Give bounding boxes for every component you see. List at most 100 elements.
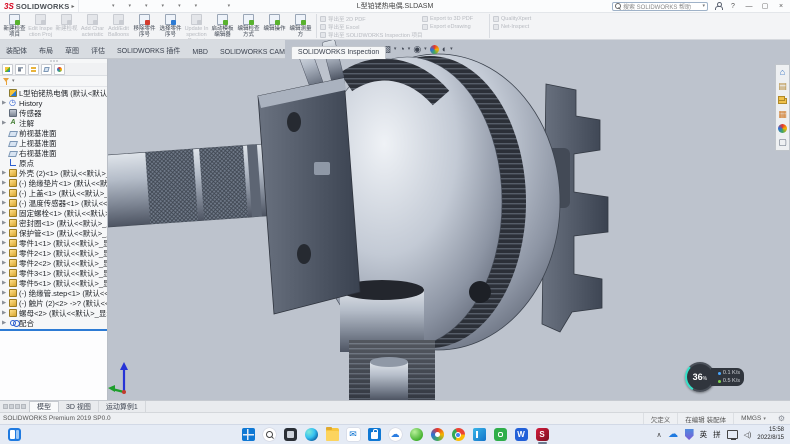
units-selector[interactable]: MMGS ▾	[733, 413, 773, 424]
ribbon-button[interactable]: Edit Inspection Project	[28, 14, 53, 39]
tree-item[interactable]: ▶ (-) 触片 (2)<2> ->? (默认<<默认>	[0, 298, 107, 308]
expand-arrow-icon[interactable]: ▶	[2, 300, 7, 306]
ribbon-tab[interactable]: 评估	[85, 44, 111, 58]
expand-arrow-icon[interactable]: ▶	[2, 180, 7, 186]
tray-icon[interactable]	[727, 430, 738, 439]
taskbar-app-icon[interactable]	[494, 428, 507, 441]
tree-item[interactable]: ▶ 零件5<1> (默认<<默认>_显示状态	[0, 278, 107, 288]
chevron-down-icon[interactable]: ▾	[162, 3, 165, 9]
tree-item[interactable]: ▶ (-) 上盖<1> (默认<<默认>_显示状	[0, 188, 107, 198]
tree-root[interactable]: ▶ L型铂铑热电偶 (默认<默认_显示状态-1	[0, 88, 107, 98]
ribbon-menu-button[interactable]: QualityXpert	[493, 15, 547, 22]
tree-item[interactable]: ▶ (-) 绝缘垫片<1> (默认<<默认>_显	[0, 178, 107, 188]
tree-filter[interactable]: ▾	[0, 76, 107, 87]
tree-item[interactable]: ▶ (-) 温度传感器<1> (默认<<默认>_	[0, 198, 107, 208]
task-pane-tab-icon[interactable]	[777, 95, 788, 106]
view-tool-icon[interactable]: ▾	[424, 42, 427, 57]
taskbar-app-icon[interactable]	[284, 428, 297, 441]
expand-arrow-icon[interactable]: ▶	[2, 200, 7, 206]
tree-item[interactable]: ▶ 密封圈<1> (默认<<默认>_显示状	[0, 218, 107, 228]
tree-item[interactable]: ▶ 右视基准面	[0, 148, 107, 158]
view-tool-icon[interactable]: ◐	[442, 42, 447, 57]
tray-icon[interactable]: ∧	[656, 431, 661, 439]
ribbon-tab[interactable]: SOLIDWORKS 插件	[111, 44, 186, 58]
view-tool-icon[interactable]: ▾	[394, 42, 397, 57]
expand-arrow-icon[interactable]: ▶	[2, 260, 7, 266]
quick-access-button[interactable]: ▾	[101, 1, 115, 11]
ribbon-tab[interactable]: 布局	[33, 44, 59, 58]
ribbon-menu-button[interactable]: 导出至 SOLIDWORKS Inspection 项目	[320, 31, 422, 38]
expand-arrow-icon[interactable]: ▶	[2, 210, 7, 216]
task-pane-tab-icon[interactable]	[777, 67, 788, 78]
quick-access-button[interactable]: ▾	[184, 1, 198, 11]
tree-item[interactable]: ▶ 零件1<1> (默认<<默认>_显示状态	[0, 238, 107, 248]
chevron-down-icon[interactable]: ▾	[178, 3, 181, 9]
taskbar-app-icon[interactable]	[389, 428, 402, 441]
tree-item[interactable]: ▶ 螺母<2> (默认<<默认>_显示状态	[0, 308, 107, 318]
ribbon-button[interactable]: 编辑测量方	[288, 14, 313, 39]
ribbon-button[interactable]: Add/Edit Balloons	[106, 14, 131, 39]
taskbar-clock[interactable]: 15:58 2022/8/15	[757, 427, 784, 442]
menu-flyout-icon[interactable]: ▸	[71, 3, 74, 10]
tray-icon[interactable]	[668, 429, 679, 440]
ribbon-button[interactable]: 编辑检查方式	[236, 14, 261, 39]
tree-item[interactable]: ▶ 零件2<1> (默认<<默认>_显示状	[0, 248, 107, 258]
expand-arrow-icon[interactable]: ▶	[2, 230, 7, 236]
ribbon-button[interactable]: 新建检查项目	[2, 14, 27, 39]
tree-item[interactable]: ▶ 零件2<2> (默认<<默认>_显示状	[0, 258, 107, 268]
manager-tab-icon[interactable]	[41, 64, 52, 75]
ribbon-tab[interactable]: 草图	[59, 44, 85, 58]
task-pane-tab-icon[interactable]	[777, 123, 788, 134]
chevron-down-icon[interactable]: ▾	[112, 3, 115, 9]
document-tab[interactable]: 模型	[29, 401, 59, 412]
quick-access-button[interactable]: ▾	[200, 1, 214, 11]
tree-item[interactable]: ▶ 固定螺栓<1> (默认<<默认>_显示状	[0, 208, 107, 218]
ribbon-menu-button[interactable]: 导出至 Excel	[320, 23, 422, 30]
tab-nav-buttons[interactable]	[0, 404, 29, 409]
status-gear-icon[interactable]: ⚙	[773, 414, 790, 423]
expand-arrow-icon[interactable]: ▶	[2, 100, 7, 106]
tray-icon[interactable]	[685, 429, 694, 440]
ribbon-tab[interactable]: SOLIDWORKS Inspection	[291, 46, 386, 59]
quick-access-button[interactable]: ▾	[84, 1, 98, 11]
taskbar-app-icon[interactable]	[242, 428, 255, 441]
speed-ball-widget[interactable]: 36 % 0.1 K/s 0.5 K/s	[685, 362, 744, 392]
manager-tab-icon[interactable]	[28, 64, 39, 75]
tree-item[interactable]: ▶ 零件3<1> (默认<<默认>_显示状	[0, 268, 107, 278]
graphics-viewport[interactable]: ◎ ◱ ◁ ◧ ▾	[108, 40, 790, 400]
task-pane-tab-icon[interactable]	[777, 81, 788, 92]
view-tool-icon[interactable]: ▾	[450, 42, 453, 57]
view-tool-icon[interactable]: ◔	[399, 42, 404, 57]
tray-icon[interactable]: ◁)	[744, 431, 752, 439]
chevron-down-icon[interactable]: ▾	[145, 3, 148, 9]
tree-item[interactable]: ▶ 外壳 (2)<1> (默认<<默认>_显示状	[0, 168, 107, 178]
expand-arrow-icon[interactable]: ▶	[2, 220, 7, 226]
ribbon-menu-button[interactable]: 导出至 2D PDF	[320, 15, 422, 22]
tree-item[interactable]: ▶ 注解	[0, 118, 107, 128]
tree-item[interactable]: ▶ 前视基准面	[0, 128, 107, 138]
ribbon-button[interactable]: 移除零件序号	[132, 14, 157, 39]
view-tool-icon[interactable]: ▾	[408, 42, 411, 57]
quick-access-button[interactable]: ▾	[167, 1, 181, 11]
ribbon-tab[interactable]: 装配体	[0, 44, 33, 58]
ribbon-button[interactable]: Update Inspection Project	[184, 14, 209, 39]
taskbar-app-icon[interactable]	[263, 428, 276, 441]
tray-icon[interactable]: 拼	[713, 429, 721, 440]
restore-button[interactable]: ▢	[760, 2, 770, 10]
chevron-down-icon[interactable]: ▾	[228, 3, 231, 9]
view-tool-icon[interactable]: ◉	[413, 42, 421, 57]
manager-tab-icon[interactable]	[2, 64, 13, 75]
tree-item[interactable]: ▶ 配合	[0, 318, 107, 328]
manager-tab-icon[interactable]	[15, 64, 26, 75]
search-input[interactable]: 搜索 SOLIDWORKS 帮助 ▾	[612, 2, 708, 11]
taskbar-app-icon[interactable]	[326, 428, 339, 441]
task-pane-tab-icon[interactable]	[777, 137, 788, 148]
expand-arrow-icon[interactable]: ▶	[2, 240, 7, 246]
quick-access-button[interactable]: ▾	[118, 1, 132, 11]
manager-tab-icon[interactable]	[54, 64, 65, 75]
tree-item[interactable]: ▶ 原点	[0, 158, 107, 168]
expand-arrow-icon[interactable]: ▶	[2, 250, 7, 256]
ribbon-tab[interactable]: SOLIDWORKS CAM	[214, 47, 291, 58]
ribbon-button[interactable]: Add Characteristic	[80, 14, 105, 39]
expand-arrow-icon[interactable]: ▶	[2, 280, 7, 286]
